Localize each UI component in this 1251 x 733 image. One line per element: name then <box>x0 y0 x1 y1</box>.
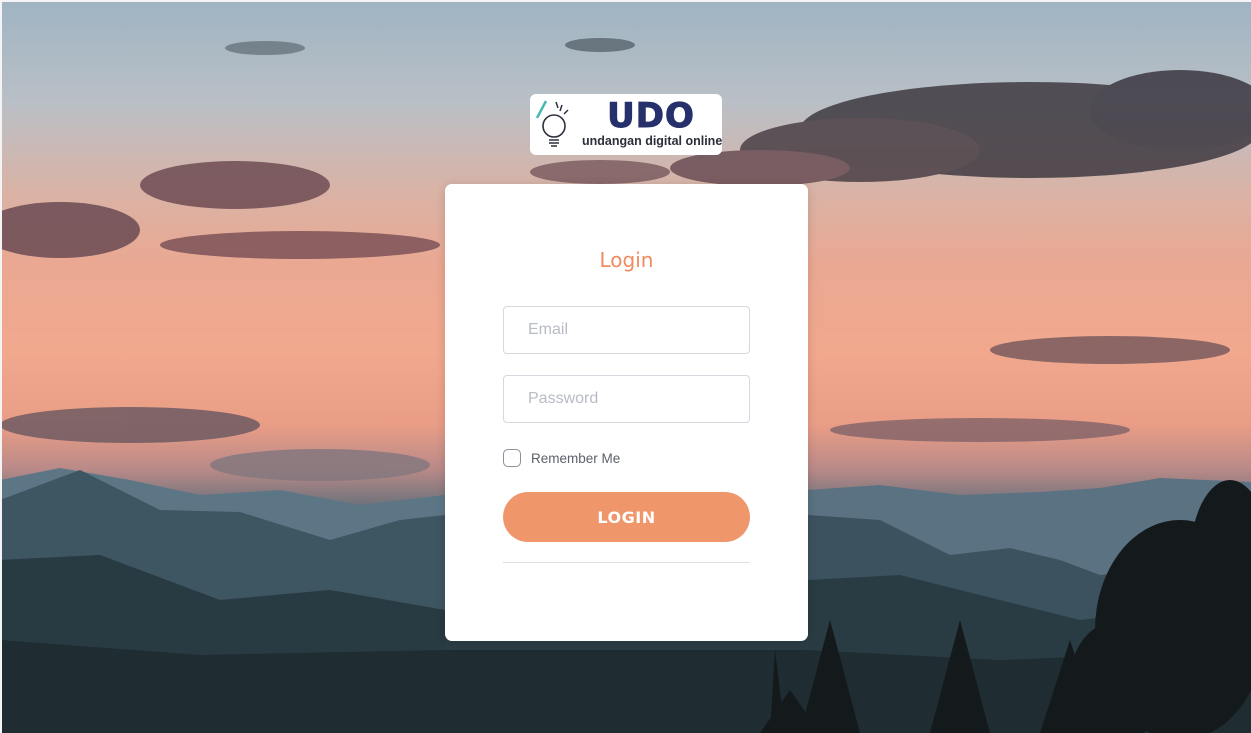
remember-me-checkbox[interactable] <box>503 449 521 467</box>
password-input[interactable] <box>503 375 750 423</box>
remember-me-label: Remember Me <box>531 450 621 466</box>
divider <box>503 562 750 563</box>
login-title: Login <box>599 248 654 272</box>
frame-border <box>0 0 2 733</box>
login-card: Login Remember Me LOGIN <box>445 184 808 641</box>
login-button[interactable]: LOGIN <box>503 492 750 542</box>
logo-title: UDO <box>607 96 695 137</box>
remember-me[interactable]: Remember Me <box>503 448 620 468</box>
logo-subtitle: undangan digital online <box>582 134 722 148</box>
frame-border <box>0 0 1251 2</box>
brand-logo: UDO undangan digital online <box>530 94 722 155</box>
email-input[interactable] <box>503 306 750 354</box>
lightbulb-icon <box>535 100 569 147</box>
